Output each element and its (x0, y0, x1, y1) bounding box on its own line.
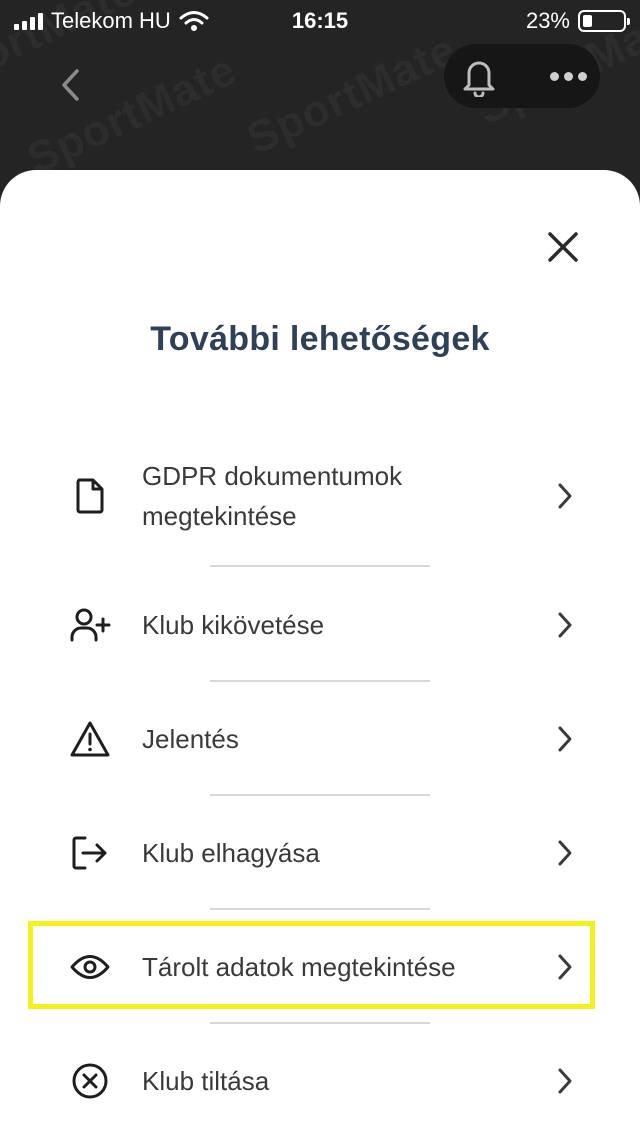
notifications-button[interactable] (454, 50, 504, 102)
battery-icon (578, 10, 630, 32)
x-circle-icon (60, 1062, 120, 1100)
menu-item-follow-club[interactable]: Klub kikövetése (60, 604, 580, 646)
chevron-right-icon (550, 1067, 580, 1095)
divider (210, 1022, 430, 1024)
divider (210, 680, 430, 682)
warning-icon (60, 720, 120, 758)
close-icon (548, 232, 578, 262)
battery-percent: 23% (525, 8, 570, 33)
status-bar: Telekom HU 16:15 23% (0, 0, 640, 40)
menu-item-label: Klub tiltása (142, 1066, 270, 1096)
chevron-right-icon (550, 839, 580, 867)
eye-icon (60, 952, 120, 982)
sheet-title: További lehetőségek (150, 320, 490, 358)
menu-item-label: Klub kikövetése (142, 610, 325, 640)
chevron-right-icon (550, 611, 580, 639)
menu-item-leave-club[interactable]: Klub elhagyása (60, 832, 580, 874)
divider (210, 908, 430, 910)
document-icon (60, 477, 120, 515)
divider (210, 565, 430, 567)
chevron-right-icon (550, 482, 580, 510)
chevron-right-icon (550, 953, 580, 981)
logout-icon (60, 835, 120, 871)
menu-item-stored-data[interactable]: Tárolt adatok megtekintése (60, 946, 580, 988)
menu-item-report[interactable]: Jelentés (60, 718, 580, 760)
menu-item-label: Jelentés (142, 724, 239, 754)
chevron-right-icon (550, 725, 580, 753)
divider (210, 794, 430, 796)
back-button[interactable] (50, 60, 90, 110)
bell-icon (463, 61, 495, 97)
dot-icon (549, 71, 559, 81)
user-plus-icon (60, 607, 120, 643)
menu-item-gdpr[interactable]: GDPR dokumentumok megtekintése (60, 455, 580, 537)
menu-item-label: Tárolt adatok megtekintése (142, 952, 456, 982)
menu-item-label: GDPR dokumentumok megtekintése (142, 461, 403, 531)
sportmate-watermark: SportMate (239, 24, 464, 165)
chevron-left-icon (62, 69, 79, 101)
dot-icon (577, 71, 587, 81)
close-button[interactable] (540, 224, 586, 270)
menu-item-label: Klub elhagyása (142, 838, 320, 868)
dot-icon (563, 71, 573, 81)
menu-item-block-club[interactable]: Klub tiltása (60, 1060, 580, 1102)
more-options-button[interactable] (540, 50, 596, 102)
